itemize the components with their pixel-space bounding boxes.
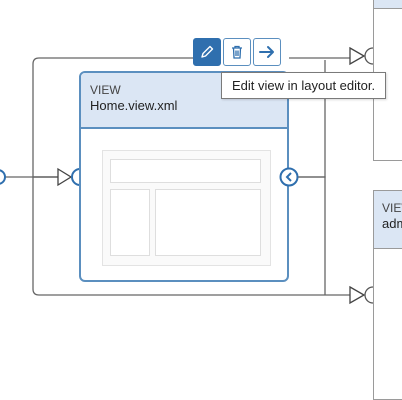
navigate-view-button[interactable] — [253, 38, 281, 66]
view-node-home[interactable]: VIEW Home.view.xml — [79, 71, 289, 282]
output-wire-down — [297, 176, 326, 295]
edit-tooltip: Edit view in layout editor. — [221, 72, 387, 99]
delete-view-button[interactable] — [223, 38, 251, 66]
incoming-port — [0, 169, 6, 185]
view-node-top-header — [374, 0, 402, 9]
node-filename: admin — [382, 216, 402, 231]
view-node-admin-header: VIEW admin — [374, 191, 402, 249]
node-toolbar — [193, 38, 281, 66]
home-output-port[interactable] — [278, 166, 300, 188]
edit-view-button[interactable] — [193, 38, 221, 66]
pencil-icon — [201, 45, 214, 58]
node-filename: Home.view.xml — [90, 98, 178, 113]
arrow-into-admin-node — [349, 285, 366, 305]
view-node-admin[interactable]: VIEW admin — [373, 190, 402, 400]
arrow-into-home — [57, 167, 73, 187]
node-kind: VIEW — [382, 201, 402, 215]
trash-icon — [232, 45, 242, 59]
layout-thumbnail — [102, 150, 271, 266]
arrow-right-icon — [259, 46, 274, 58]
arrow-into-top-node — [349, 46, 366, 66]
